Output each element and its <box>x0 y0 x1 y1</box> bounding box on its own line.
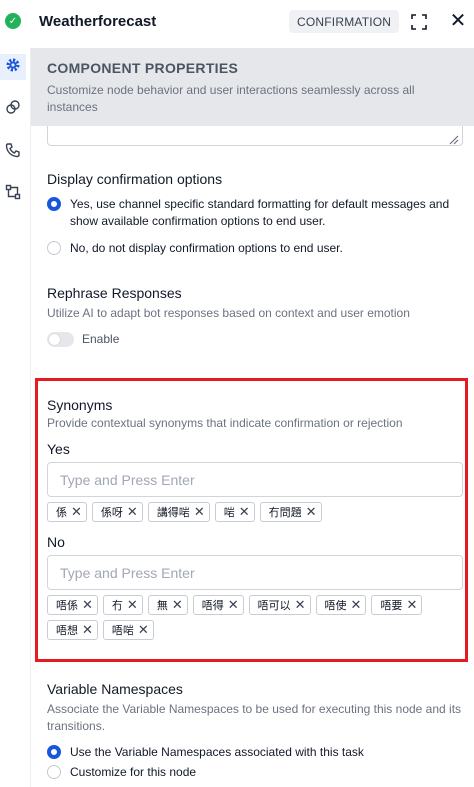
branch-icon <box>5 184 21 205</box>
panel-header: ✓ Weatherforecast CONFIRMATION ✕ <box>0 0 474 44</box>
synonym-tag-label: 講得啱 <box>156 506 190 519</box>
synonyms-yes-tags: 係 ✕ 係呀 ✕ 講得啱 ✕ 啱 ✕ 冇問題 ✕ <box>47 502 467 522</box>
rail-item-settings[interactable] <box>0 54 26 80</box>
remove-tag-icon[interactable]: ✕ <box>82 624 93 637</box>
phone-icon <box>5 142 21 163</box>
component-properties-description: Customize node behavior and user interac… <box>47 83 415 114</box>
synonym-tag: 係 ✕ <box>47 502 87 522</box>
synonym-tag: 唔得 ✕ <box>192 595 244 615</box>
rephrase-toggle[interactable] <box>47 332 74 347</box>
remove-tag-icon[interactable]: ✕ <box>351 599 362 612</box>
rephrase-toggle-label: Enable <box>82 332 120 346</box>
synonyms-no-label: No <box>47 534 65 550</box>
synonym-tag: 唔可以 ✕ <box>248 595 311 615</box>
synonym-tag: 無 ✕ <box>147 595 188 615</box>
synonym-tag-label: 啱 <box>223 506 235 519</box>
synonym-tag-label: 唔要 <box>380 599 403 612</box>
radio-button[interactable] <box>47 241 61 255</box>
radio-button-checked[interactable] <box>47 197 61 211</box>
rephrase-title: Rephrase Responses <box>47 285 182 301</box>
resize-handle-icon[interactable] <box>449 132 459 145</box>
link-icon <box>5 99 21 120</box>
synonyms-no-input[interactable] <box>48 556 462 589</box>
synonym-tag-label: 冇 <box>111 599 123 612</box>
gear-icon <box>5 57 21 78</box>
synonym-tag-label: 唔得 <box>201 599 224 612</box>
remove-tag-icon[interactable]: ✕ <box>172 599 183 612</box>
remove-tag-icon[interactable]: ✕ <box>127 506 138 519</box>
synonym-tag: 唔想 ✕ <box>47 620 98 640</box>
synonym-tag: 講得啱 ✕ <box>147 502 210 522</box>
synonym-tag: 係呀 ✕ <box>91 502 143 522</box>
expand-icon[interactable] <box>410 13 428 31</box>
synonyms-no-input-box[interactable] <box>47 555 463 590</box>
message-textarea[interactable] <box>47 126 463 146</box>
confirmation-option-no[interactable]: No, do not display confirmation options … <box>47 240 467 257</box>
node-type-badge: CONFIRMATION <box>289 10 400 33</box>
side-rail <box>0 48 28 787</box>
rail-item-voice[interactable] <box>0 139 26 165</box>
synonyms-yes-label: Yes <box>47 441 70 457</box>
toggle-knob <box>49 334 60 345</box>
synonyms-title: Synonyms <box>47 397 113 413</box>
synonym-tag: 唔要 ✕ <box>371 595 423 615</box>
synonym-tag-label: 唔係 <box>56 599 78 612</box>
component-properties-header: COMPONENT PROPERTIES Customize node beha… <box>31 48 474 126</box>
rephrase-description: Utilize AI to adapt bot responses based … <box>47 306 410 320</box>
synonyms-description: Provide contextual synonyms that indicat… <box>47 416 403 430</box>
synonym-tag-label: 唔啱 <box>111 624 134 637</box>
synonym-tag: 唔係 ✕ <box>47 595 98 615</box>
namespace-option-custom-label: Customize for this node <box>70 765 197 779</box>
display-confirmation-title: Display confirmation options <box>47 171 223 187</box>
remove-tag-icon[interactable]: ✕ <box>406 599 417 612</box>
synonym-tag-label: 係呀 <box>100 506 123 519</box>
remove-tag-icon[interactable]: ✕ <box>127 599 138 612</box>
component-properties-title: COMPONENT PROPERTIES <box>47 60 239 76</box>
variable-namespaces-title: Variable Namespaces <box>47 681 183 697</box>
node-title: Weatherforecast <box>39 13 157 30</box>
synonyms-yes-input-box[interactable] <box>47 462 463 497</box>
radio-button[interactable] <box>47 765 61 779</box>
synonym-tag-label: 唔可以 <box>257 599 291 612</box>
namespace-option-task-label: Use the Variable Namespaces associated w… <box>70 745 364 759</box>
synonym-tag: 唔啱 ✕ <box>102 620 154 640</box>
synonym-tag: 冇 ✕ <box>102 595 143 615</box>
remove-tag-icon[interactable]: ✕ <box>194 506 205 519</box>
variable-namespaces-description: Associate the Variable Namespaces to be … <box>47 702 462 733</box>
synonym-tag-label: 唔想 <box>56 624 78 637</box>
radio-button-checked[interactable] <box>47 745 61 759</box>
remove-tag-icon[interactable]: ✕ <box>295 599 306 612</box>
close-icon[interactable]: ✕ <box>449 11 467 31</box>
synonym-tag-label: 唔使 <box>324 599 347 612</box>
remove-tag-icon[interactable]: ✕ <box>306 506 317 519</box>
rail-divider <box>30 48 31 787</box>
check-circle-icon: ✓ <box>5 13 21 29</box>
confirmation-option-yes[interactable]: Yes, use channel specific standard forma… <box>47 196 467 230</box>
confirmation-option-no-label: No, do not display confirmation options … <box>70 241 343 255</box>
synonym-tag-label: 係 <box>56 506 67 519</box>
namespace-option-custom[interactable]: Customize for this node <box>47 764 196 781</box>
remove-tag-icon[interactable]: ✕ <box>228 599 239 612</box>
synonyms-no-tags: 唔係 ✕ 冇 ✕ 無 ✕ 唔得 ✕ 唔可以 ✕ 唔使 ✕ 唔要 ✕ 唔想 ✕ 唔啱 ✕ <box>47 595 467 640</box>
remove-tag-icon[interactable]: ✕ <box>82 599 93 612</box>
synonym-tag: 啱 ✕ <box>214 502 255 522</box>
synonym-tag: 冇問題 ✕ <box>259 502 322 522</box>
confirmation-option-yes-label: Yes, use channel specific standard forma… <box>70 197 450 228</box>
synonym-tag-label: 無 <box>156 599 168 612</box>
remove-tag-icon[interactable]: ✕ <box>239 506 250 519</box>
synonyms-yes-input[interactable] <box>48 463 462 496</box>
namespace-option-task[interactable]: Use the Variable Namespaces associated w… <box>47 744 364 761</box>
remove-tag-icon[interactable]: ✕ <box>71 506 82 519</box>
synonym-tag-label: 冇問題 <box>268 506 302 519</box>
synonym-tag: 唔使 ✕ <box>315 595 367 615</box>
remove-tag-icon[interactable]: ✕ <box>138 624 149 637</box>
rail-item-connections[interactable] <box>0 96 26 122</box>
rail-item-flow[interactable] <box>0 181 26 207</box>
